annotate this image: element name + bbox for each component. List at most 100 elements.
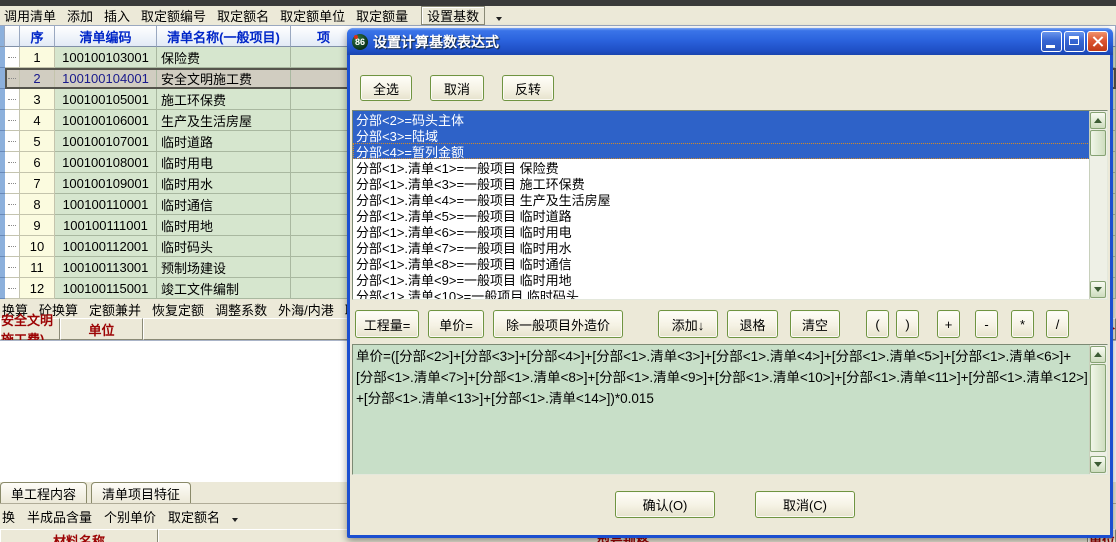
tab[interactable]: 清单项目特征: [91, 482, 191, 503]
list-scrollbar[interactable]: [1089, 111, 1107, 299]
screen: 调用清单添加插入取定额编号取定额名取定额单位取定额量 设置基数 序 清单编码 清…: [0, 0, 1116, 542]
row-name-cell: 竣工文件编制: [157, 278, 291, 299]
toolbar-item[interactable]: 添加: [67, 6, 93, 25]
close-button[interactable]: [1087, 31, 1108, 52]
expression-tool-button[interactable]: 退格: [727, 310, 778, 338]
toolbar-item[interactable]: 半成品含量: [27, 507, 92, 526]
expression-tool-button[interactable]: 添加↓: [658, 310, 718, 338]
row-code-cell: 100100109001: [55, 173, 157, 194]
scrollbar-thumb[interactable]: [1090, 130, 1106, 156]
scroll-down-button[interactable]: [1090, 456, 1106, 473]
toolbar-item[interactable]: 个别单价: [104, 507, 156, 526]
row-expander[interactable]: [5, 89, 20, 110]
toolbar-item[interactable]: 取定额单位: [280, 6, 345, 25]
row-code-cell: 100100108001: [55, 152, 157, 173]
row-code-cell: 100100106001: [55, 110, 157, 131]
arrow-up-icon: [1094, 352, 1102, 357]
expander-dots-icon: [8, 246, 16, 247]
row-expander[interactable]: [5, 68, 20, 89]
toolbar-item[interactable]: 取定额名: [217, 6, 269, 25]
column-header-name: 清单名称(一般项目): [157, 25, 291, 47]
row-name-cell: 临时道路: [157, 131, 291, 152]
row-expander[interactable]: [5, 173, 20, 194]
toolbar-item[interactable]: 取定额量: [356, 6, 408, 25]
row-code-cell: 100100105001: [55, 89, 157, 110]
maximize-button[interactable]: [1064, 31, 1085, 52]
expression-tool-button[interactable]: 工程量=: [355, 310, 419, 338]
operator-button[interactable]: ): [896, 310, 919, 338]
overflow-chevron-icon[interactable]: [496, 17, 502, 21]
row-seq-cell: 10: [20, 236, 55, 257]
cancel-button[interactable]: 取消(C): [755, 491, 855, 518]
top-toolbar: 调用清单添加插入取定额编号取定额名取定额单位取定额量 设置基数: [0, 6, 1116, 25]
operator-button[interactable]: /: [1046, 310, 1069, 338]
operator-button[interactable]: -: [975, 310, 998, 338]
toolbar-item[interactable]: 定额兼并: [89, 300, 141, 319]
list-item[interactable]: 分部<1>.清单<10>=一般项目 临时码头: [353, 287, 1090, 299]
column-header-code: 清单编码: [55, 25, 157, 47]
row-name-cell: 临时用地: [157, 215, 291, 236]
row-name-cell: 保险费: [157, 47, 291, 68]
row-name-cell: 生产及生活房屋: [157, 110, 291, 131]
row-expander[interactable]: [5, 236, 20, 257]
toolbar-item[interactable]: 恢复定额: [152, 300, 204, 319]
row-seq-cell: 8: [20, 194, 55, 215]
toolbar-item[interactable]: 取定额名: [168, 507, 220, 526]
row-expander[interactable]: [5, 110, 20, 131]
expander-dots-icon: [8, 57, 16, 58]
expression-toolbar: 工程量= 单价= 除一般项目外造价 添加↓ 退格清空 () +-* /: [353, 310, 1107, 338]
operator-button[interactable]: (: [866, 310, 889, 338]
selection-button[interactable]: 反转: [502, 75, 554, 101]
row-expander[interactable]: [5, 215, 20, 236]
expander-dots-icon: [8, 99, 16, 100]
list-item[interactable]: 分部<2>=码头主体: [353, 111, 1090, 127]
row-code-cell: 100100111001: [55, 215, 157, 236]
expander-dots-icon: [8, 141, 16, 142]
selection-button[interactable]: 全选: [360, 75, 412, 101]
confirm-button[interactable]: 确认(O): [615, 491, 715, 518]
operator-button[interactable]: +: [937, 310, 960, 338]
toolbar-item[interactable]: 插入: [104, 6, 130, 25]
expander-dots-icon: [8, 204, 16, 205]
formula-scrollbar[interactable]: [1089, 345, 1107, 474]
selection-button[interactable]: 取消: [430, 75, 484, 101]
overflow-chevron-icon[interactable]: [232, 518, 238, 522]
row-expander[interactable]: [5, 278, 20, 299]
scroll-up-button[interactable]: [1090, 346, 1106, 363]
expander-dots-icon: [8, 162, 16, 163]
row-expander[interactable]: [5, 47, 20, 68]
expression-tool-button[interactable]: 单价=: [428, 310, 484, 338]
row-seq-cell: 11: [20, 257, 55, 278]
expression-tool-button[interactable]: 除一般项目外造价: [493, 310, 623, 338]
arrow-up-icon: [1094, 118, 1102, 123]
toolbar-item[interactable]: 取定额编号: [141, 6, 206, 25]
toolbar-item[interactable]: 调用清单: [4, 6, 56, 25]
row-seq-cell: 7: [20, 173, 55, 194]
operator-button[interactable]: *: [1011, 310, 1034, 338]
row-code-cell: 100100110001: [55, 194, 157, 215]
row-name-cell: 临时通信: [157, 194, 291, 215]
row-expander[interactable]: [5, 152, 20, 173]
app-icon: 86: [352, 34, 368, 50]
row-code-cell: 100100113001: [55, 257, 157, 278]
expander-dots-icon: [8, 183, 16, 184]
toolbar-item[interactable]: 调整系数: [215, 300, 267, 319]
formula-textarea[interactable]: 单价=([分部<2>]+[分部<3>]+[分部<4>]+[分部<1>.清单<3>…: [352, 344, 1108, 475]
tab[interactable]: 单工程内容: [0, 482, 87, 503]
row-seq-cell: 1: [20, 47, 55, 68]
scroll-up-button[interactable]: [1090, 112, 1106, 129]
scroll-down-button[interactable]: [1090, 281, 1106, 298]
minimize-button[interactable]: [1041, 31, 1062, 52]
row-expander[interactable]: [5, 131, 20, 152]
row-seq-cell: 6: [20, 152, 55, 173]
toolbar-item[interactable]: 外海/内港: [278, 300, 334, 319]
row-name-cell: 临时用电: [157, 152, 291, 173]
expression-tool-button[interactable]: 清空: [790, 310, 840, 338]
toolbar-item[interactable]: 换: [2, 507, 15, 526]
scrollbar-thumb[interactable]: [1090, 364, 1106, 452]
row-expander[interactable]: [5, 257, 20, 278]
base-items-list[interactable]: 分部<2>=码头主体分部<3>=陆域分部<4>=暂列金额分部<1>.清单<1>=…: [352, 110, 1108, 300]
dialog-titlebar[interactable]: 86 设置计算基数表达式: [347, 28, 1113, 55]
toolbar-item-set-base[interactable]: 设置基数: [421, 6, 485, 25]
row-expander[interactable]: [5, 194, 20, 215]
